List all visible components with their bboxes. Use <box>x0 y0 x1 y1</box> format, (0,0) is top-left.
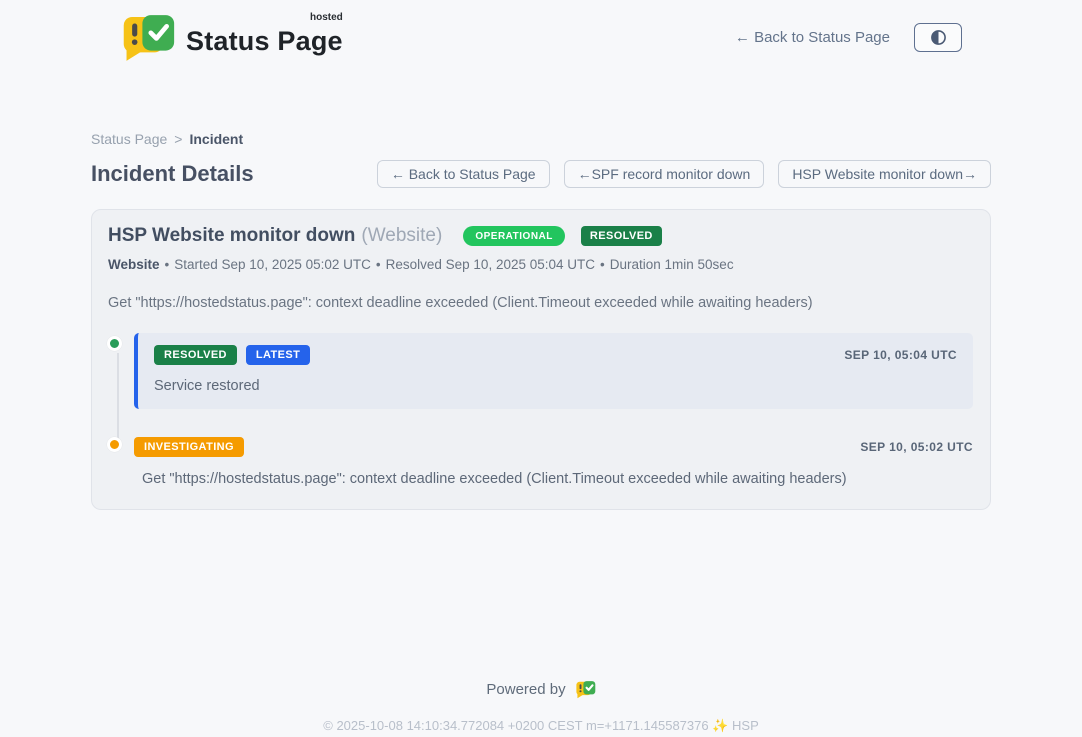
timeline-dot-resolved <box>107 336 122 351</box>
meta-started: Started Sep 10, 2025 05:02 UTC <box>174 257 371 272</box>
breadcrumb-separator: > <box>174 131 182 147</box>
page-title: Incident Details <box>91 161 254 187</box>
timeline-entry-investigating: INVESTIGATING SEP 10, 05:02 UTC Get "htt… <box>108 437 973 487</box>
incident-meta: Website•Started Sep 10, 2025 05:02 UTC•R… <box>108 257 973 272</box>
operational-badge: OPERATIONAL <box>463 226 565 246</box>
incident-card: HSP Website monitor down (Website) OPERA… <box>91 209 991 510</box>
meta-component: Website <box>108 257 160 272</box>
timeline-resolved-badge: RESOLVED <box>154 345 237 365</box>
timeline-latest-box: RESOLVED LATEST SEP 10, 05:04 UTC Servic… <box>134 333 973 409</box>
incident-timeline: RESOLVED LATEST SEP 10, 05:04 UTC Servic… <box>108 333 973 487</box>
incident-nav-buttons: ← Back to Status Page ←SPF record monito… <box>377 160 991 188</box>
contrast-icon <box>930 29 947 46</box>
brand-name: Status Page <box>186 26 343 56</box>
powered-by: Powered by <box>0 680 1082 699</box>
brand-logo[interactable]: Status Page hosted <box>120 13 343 62</box>
timeline-investigating-badge: INVESTIGATING <box>134 437 244 457</box>
breadcrumb-status-page[interactable]: Status Page <box>91 131 167 147</box>
powered-by-label: Powered by <box>486 681 565 698</box>
header: Status Page hosted ← Back to Status Page <box>120 0 962 62</box>
brand-icon-small <box>575 680 596 699</box>
incident-description: Get "https://hostedstatus.page": context… <box>108 295 973 311</box>
timeline-entry-resolved: RESOLVED LATEST SEP 10, 05:04 UTC Servic… <box>108 333 973 409</box>
resolved-badge: RESOLVED <box>581 226 662 246</box>
meta-resolved: Resolved Sep 10, 2025 05:04 UTC <box>386 257 595 272</box>
prev-incident-button[interactable]: ←SPF record monitor down <box>564 160 765 188</box>
meta-duration: Duration 1min 50sec <box>610 257 734 272</box>
footer: Powered by © 2025-10-08 14:10:34.772084 … <box>0 680 1082 734</box>
back-to-status-page-link[interactable]: ← Back to Status Page <box>735 29 890 46</box>
timeline-dot-investigating <box>107 437 122 452</box>
timeline-message: Service restored <box>154 378 957 394</box>
copyright-text: © 2025-10-08 14:10:34.772084 +0200 CEST … <box>0 718 1082 734</box>
brand-superscript: hosted <box>310 12 343 23</box>
incident-component: (Website) <box>361 225 442 247</box>
breadcrumb-incident: Incident <box>189 131 243 147</box>
timeline-timestamp: SEP 10, 05:02 UTC <box>860 440 973 454</box>
theme-toggle-button[interactable] <box>914 23 962 52</box>
timeline-message: Get "https://hostedstatus.page": context… <box>142 471 973 487</box>
main-content: Status Page > Incident Incident Details ← … <box>91 131 991 510</box>
back-to-status-page-button[interactable]: ← Back to Status Page <box>377 160 550 188</box>
brand-icon <box>120 13 176 62</box>
incident-title: HSP Website monitor down <box>108 225 355 247</box>
next-incident-button[interactable]: HSP Website monitor down→ <box>778 160 991 188</box>
timeline-timestamp: SEP 10, 05:04 UTC <box>844 348 957 362</box>
timeline-latest-badge: LATEST <box>246 345 310 365</box>
breadcrumb: Status Page > Incident <box>91 131 991 147</box>
